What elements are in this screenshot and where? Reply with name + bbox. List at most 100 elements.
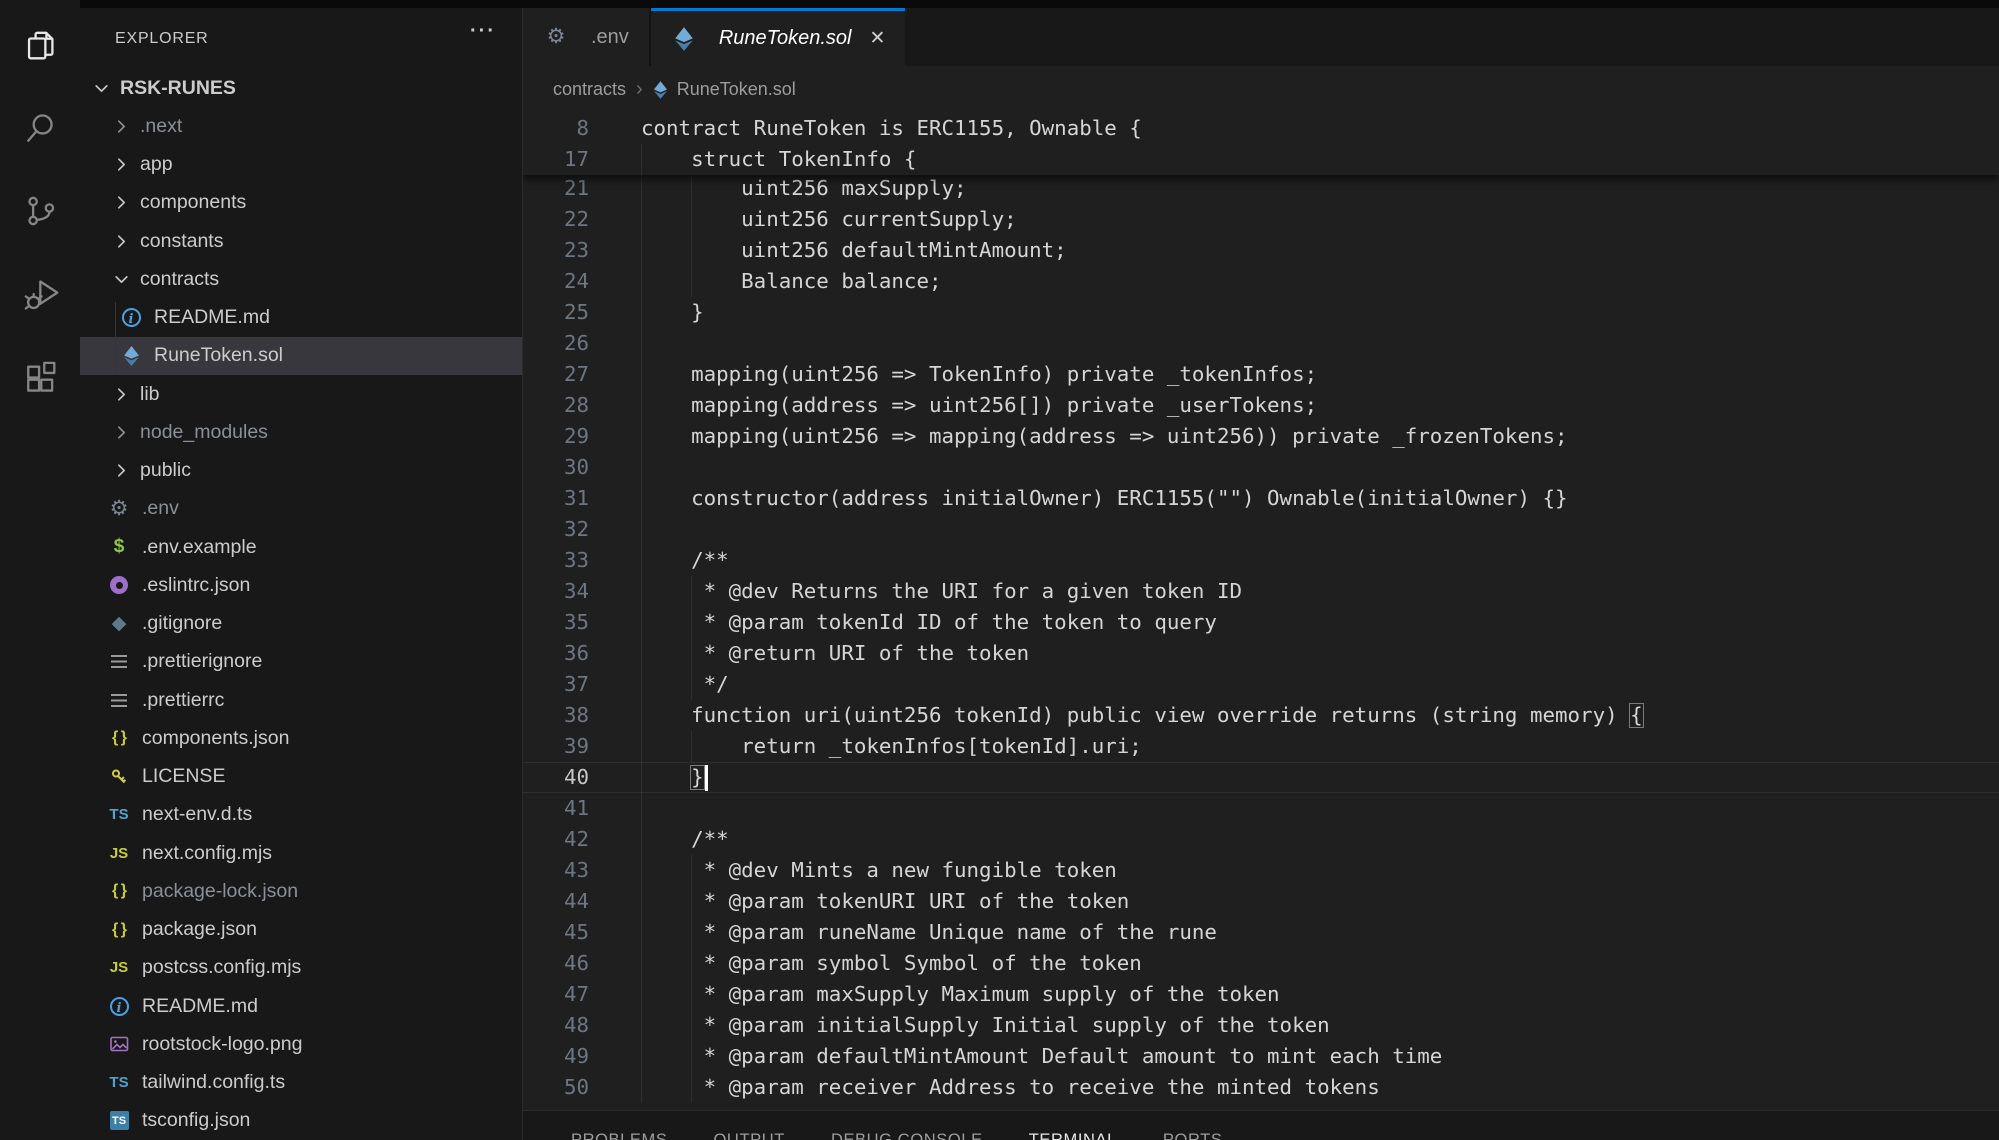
tree-item--gitignore[interactable]: ◆.gitignore bbox=[80, 605, 522, 643]
code-line-21: 21 uint256 maxSupply; bbox=[523, 173, 1999, 204]
tree-item-tsconfig-json[interactable]: TStsconfig.json bbox=[80, 1102, 522, 1140]
tree-item-node-modules[interactable]: node_modules bbox=[80, 413, 522, 451]
more-actions-icon[interactable]: ··· bbox=[465, 20, 501, 48]
code-line-34: 34 * @dev Returns the URI for a given to… bbox=[523, 576, 1999, 607]
line-number: 41 bbox=[523, 793, 589, 824]
tab--env[interactable]: ⚙.env bbox=[523, 8, 651, 66]
breadcrumb-folder[interactable]: contracts bbox=[553, 79, 626, 100]
activitybar-search-icon[interactable] bbox=[22, 109, 60, 147]
line-number: 24 bbox=[523, 266, 589, 297]
key-icon bbox=[106, 765, 132, 789]
tree-item-app[interactable]: app bbox=[80, 146, 522, 184]
chevron-right-icon bbox=[110, 460, 132, 482]
close-icon[interactable]: ✕ bbox=[870, 29, 886, 48]
ethereum-icon bbox=[653, 81, 668, 99]
tree-item-rootstock-logo-png[interactable]: rootstock-logo.png bbox=[80, 1025, 522, 1063]
line-number: 27 bbox=[523, 359, 589, 390]
tree-item--env[interactable]: ⚙.env bbox=[80, 490, 522, 528]
code-line-48: 48 * @param initialSupply Initial supply… bbox=[523, 1010, 1999, 1041]
code-line-24: 24 Balance balance; bbox=[523, 266, 1999, 297]
tree-item-constants[interactable]: constants bbox=[80, 222, 522, 260]
tree-item-label: .eslintrc.json bbox=[142, 574, 250, 597]
activitybar-extensions-icon[interactable] bbox=[22, 358, 60, 396]
current-line-highlight bbox=[523, 762, 1999, 793]
tree-item-public[interactable]: public bbox=[80, 452, 522, 490]
tree-item-postcss-config-mjs[interactable]: JSpostcss.config.mjs bbox=[80, 949, 522, 987]
tree-item-label: node_modules bbox=[140, 421, 268, 444]
line-text: uint256 defaultMintAmount; bbox=[641, 235, 1067, 266]
tree-item-readme-md[interactable]: iREADME.md bbox=[80, 299, 522, 337]
code-line-22: 22 uint256 currentSupply; bbox=[523, 204, 1999, 235]
tree-item-label: public bbox=[140, 459, 191, 482]
line-number: 29 bbox=[523, 421, 589, 452]
line-number: 30 bbox=[523, 452, 589, 483]
eslint-icon bbox=[106, 573, 132, 597]
panel-tab-terminal[interactable]: TERMINAL bbox=[1029, 1131, 1117, 1140]
activitybar-explorer-icon[interactable] bbox=[22, 26, 60, 64]
vscode-window: EXPLORER ··· RSK-RUNES.nextappcomponents… bbox=[0, 0, 1999, 1140]
line-text: * @param defaultMintAmount Default amoun… bbox=[641, 1041, 1442, 1072]
code-line-30: 30 bbox=[523, 452, 1999, 483]
tree-item-label: .prettierrc bbox=[142, 689, 224, 712]
tree-item--eslintrc-json[interactable]: .eslintrc.json bbox=[80, 566, 522, 604]
info-icon: i bbox=[106, 994, 132, 1018]
panel-tab-ports[interactable]: PORTS bbox=[1163, 1131, 1223, 1140]
code-editor[interactable]: } 21 uint256 maxSupply;22 uint256 curren… bbox=[523, 113, 1999, 1118]
braces-icon: { } bbox=[106, 918, 132, 942]
panel-tab-output[interactable]: OUTPUT bbox=[714, 1131, 785, 1140]
panel-tab-debug-console[interactable]: DEBUG CONSOLE bbox=[831, 1131, 983, 1140]
breadcrumb-file[interactable]: RuneToken.sol bbox=[677, 79, 796, 100]
tree-item-label: rootstock-logo.png bbox=[142, 1033, 302, 1056]
tree-item-next-env-d-ts[interactable]: TSnext-env.d.ts bbox=[80, 796, 522, 834]
tree-item-lib[interactable]: lib bbox=[80, 375, 522, 413]
chevron-right-icon bbox=[110, 192, 132, 214]
code-line-37: 37 */ bbox=[523, 669, 1999, 700]
tree-item-runetoken-sol[interactable]: RuneToken.sol bbox=[80, 337, 522, 375]
tree-item-label: constants bbox=[140, 230, 223, 253]
tree-item-package-json[interactable]: { }package.json bbox=[80, 911, 522, 949]
window-top-edge bbox=[0, 0, 1999, 8]
tree-item-next-config-mjs[interactable]: JSnext.config.mjs bbox=[80, 834, 522, 872]
code-line-33: 33 /** bbox=[523, 545, 1999, 576]
panel-tab-bar: PROBLEMS OUTPUT DEBUG CONSOLE TERMINAL PORTS bbox=[571, 1131, 1222, 1140]
line-number: 21 bbox=[523, 173, 589, 204]
tree-item-label: LICENSE bbox=[142, 765, 225, 788]
code-line-50: 50 * @param receiver Address to receive … bbox=[523, 1072, 1999, 1103]
tree-item--next[interactable]: .next bbox=[80, 107, 522, 145]
tree-item-package-lock-json[interactable]: { }package-lock.json bbox=[80, 872, 522, 910]
code-line-38: 38 function uri(uint256 tokenId) public … bbox=[523, 700, 1999, 731]
chevron-right-icon bbox=[110, 230, 132, 252]
tsconfig-icon: TS bbox=[106, 1109, 132, 1133]
line-text: * @dev Returns the URI for a given token… bbox=[641, 576, 1242, 607]
tree-item-readme-md[interactable]: iREADME.md bbox=[80, 987, 522, 1025]
breadcrumb-separator-icon: › bbox=[636, 78, 643, 101]
code-line-41: 41 bbox=[523, 793, 1999, 824]
line-number: 23 bbox=[523, 235, 589, 266]
line-number: 35 bbox=[523, 607, 589, 638]
tree-item-rsk-runes[interactable]: RSK-RUNES bbox=[80, 69, 522, 107]
tree-item--env-example[interactable]: $.env.example bbox=[80, 528, 522, 566]
line-text: * @param maxSupply Maximum supply of the… bbox=[641, 979, 1280, 1010]
tree-item-contracts[interactable]: contracts bbox=[80, 260, 522, 298]
line-text: /** bbox=[641, 824, 729, 855]
line-text: mapping(uint256 => mapping(address => ui… bbox=[641, 421, 1568, 452]
tree-item-components-json[interactable]: { }components.json bbox=[80, 719, 522, 757]
tree-item--prettierrc[interactable]: .prettierrc bbox=[80, 681, 522, 719]
panel-tab-problems[interactable]: PROBLEMS bbox=[571, 1131, 668, 1140]
code-line-45: 45 * @param runeName Unique name of the … bbox=[523, 917, 1999, 948]
line-number: 46 bbox=[523, 948, 589, 979]
tree-item-components[interactable]: components bbox=[80, 184, 522, 222]
tree-item-tailwind-config-ts[interactable]: TStailwind.config.ts bbox=[80, 1064, 522, 1102]
code-line-23: 23 uint256 defaultMintAmount; bbox=[523, 235, 1999, 266]
activity-bar bbox=[0, 0, 80, 1132]
tree-item-license[interactable]: LICENSE bbox=[80, 758, 522, 796]
line-number: 44 bbox=[523, 886, 589, 917]
lines-icon bbox=[106, 650, 132, 674]
tab-runetoken-sol[interactable]: RuneToken.sol✕ bbox=[651, 8, 906, 66]
code-line-28: 28 mapping(address => uint256[]) private… bbox=[523, 390, 1999, 421]
line-text: contract RuneToken is ERC1155, Ownable { bbox=[641, 113, 1142, 144]
activitybar-run-debug-icon[interactable] bbox=[22, 275, 60, 313]
activitybar-source-control-icon[interactable] bbox=[22, 192, 60, 230]
lines-icon bbox=[106, 688, 132, 712]
tree-item--prettierignore[interactable]: .prettierignore bbox=[80, 643, 522, 681]
